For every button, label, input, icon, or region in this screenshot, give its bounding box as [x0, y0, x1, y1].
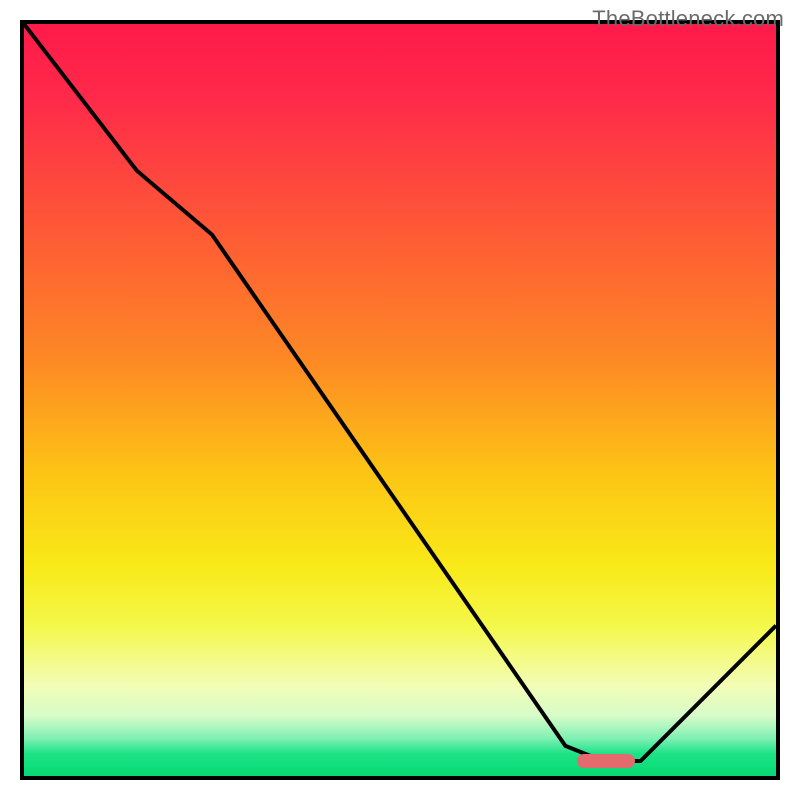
optimal-range-marker — [577, 754, 636, 768]
chart-plot-area — [20, 20, 780, 780]
bottleneck-curve — [24, 24, 776, 776]
bottleneck-curve-path — [24, 24, 776, 761]
attribution-watermark: TheBottleneck.com — [592, 6, 784, 32]
